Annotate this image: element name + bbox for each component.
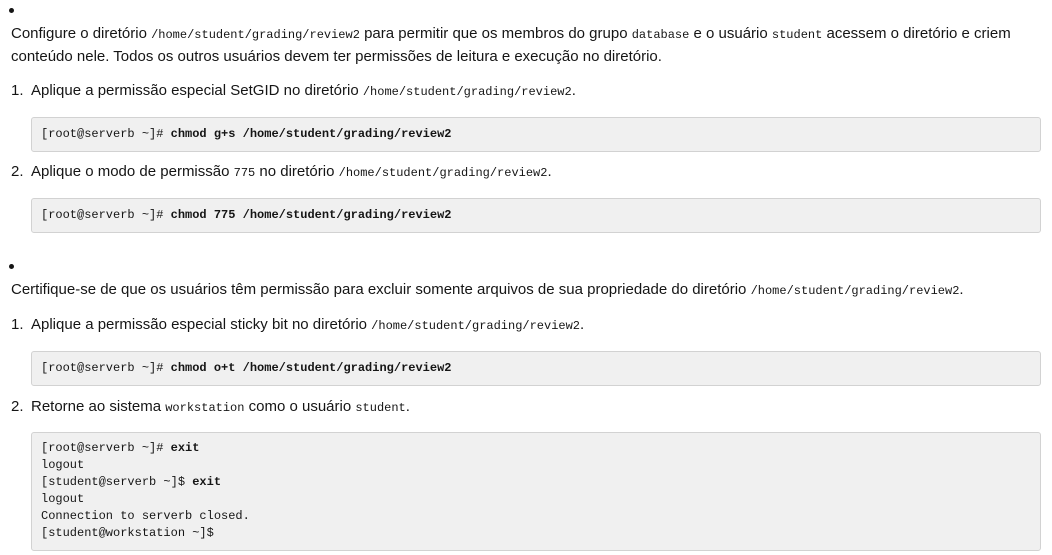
code-line: logout: [41, 457, 1031, 474]
code-line: logout: [41, 491, 1031, 508]
inline-code-host: workstation: [165, 401, 245, 415]
code-block: [root@serverb ~]# chmod 775 /home/studen…: [31, 198, 1041, 233]
intro-text: Certifique-se de que os usuários têm per…: [11, 281, 751, 298]
step-text: Retorne ao sistema: [31, 398, 166, 415]
shell-output: logout: [41, 458, 85, 472]
shell-output: logout: [41, 492, 85, 506]
code-block: [root@serverb ~]# chmod g+s /home/studen…: [31, 117, 1041, 152]
shell-prompt: [root@serverb ~]#: [41, 127, 171, 141]
inline-code-path: /home/student/grading/review2: [151, 28, 360, 42]
step-text: .: [580, 316, 585, 333]
bullet-2: [9, 264, 14, 269]
code-line: [student@workstation ~]$: [41, 525, 1031, 542]
document-page: Configure o diretório /home/student/grad…: [0, 0, 1052, 555]
shell-command: chmod o+t /home/student/grading/review2: [170, 361, 452, 375]
step-1-setgid: 1. Aplique a permissão especial SetGID no…: [11, 81, 576, 102]
step-number: 1.: [11, 316, 24, 333]
shell-prompt: [root@serverb ~]#: [41, 361, 171, 375]
step-text: Aplique a permissão especial sticky bit …: [31, 316, 372, 333]
step-text: .: [571, 82, 576, 99]
step-text: .: [547, 163, 552, 180]
shell-output: Connection to serverb closed.: [41, 509, 250, 523]
shell-command: exit: [192, 475, 222, 489]
step-2-mode: 2. Aplique o modo de permissão 775 no dir…: [11, 162, 552, 183]
step-text: no diretório: [255, 163, 339, 180]
step-1-sticky: 1. Aplique a permissão especial sticky bi…: [11, 315, 584, 336]
section2-intro: Certifique-se de que os usuários têm per…: [11, 279, 1044, 302]
code-line: [root@serverb ~]# chmod 775 /home/studen…: [41, 207, 1031, 224]
shell-command: chmod g+s /home/student/grading/review2: [170, 127, 452, 141]
inline-code-mode: 775: [233, 166, 256, 180]
inline-code-path: /home/student/grading/review2: [371, 319, 581, 333]
code-line: Connection to serverb closed.: [41, 508, 1031, 525]
step-text: como o usuário: [244, 398, 356, 415]
intro-text: Configure o diretório: [11, 25, 152, 42]
step-text: .: [405, 398, 410, 415]
shell-command: chmod 775 /home/student/grading/review2: [170, 208, 452, 222]
inline-code-path: /home/student/grading/review2: [338, 166, 548, 180]
code-block: [root@serverb ~]# chmod o+t /home/studen…: [31, 351, 1041, 386]
code-line: [root@serverb ~]# chmod g+s /home/studen…: [41, 126, 1031, 143]
shell-prompt: [student@serverb ~]$: [41, 475, 193, 489]
step-number: 2.: [11, 163, 24, 180]
inline-code-path: /home/student/grading/review2: [750, 284, 960, 298]
inline-code-path: /home/student/grading/review2: [362, 85, 572, 99]
shell-prompt: [student@workstation ~]$: [41, 526, 214, 540]
code-line: [student@serverb ~]$ exit: [41, 474, 1031, 491]
step-2-return: 2. Retorne ao sistema workstation como o …: [11, 397, 410, 418]
step-text: Aplique o modo de permissão: [31, 163, 234, 180]
bullet-1: [9, 8, 14, 13]
code-block-terminal: [root@serverb ~]# exit logout [student@s…: [31, 432, 1041, 551]
code-line: [root@serverb ~]# chmod o+t /home/studen…: [41, 360, 1031, 377]
shell-prompt: [root@serverb ~]#: [41, 441, 171, 455]
intro-text: e o usuário: [689, 25, 772, 42]
inline-code-user: student: [771, 28, 823, 42]
inline-code-group: database: [631, 28, 690, 42]
code-line: [root@serverb ~]# exit: [41, 440, 1031, 457]
section1-intro: Configure o diretório /home/student/grad…: [11, 23, 1044, 67]
step-text: Aplique a permissão especial SetGID no d…: [31, 82, 363, 99]
shell-prompt: [root@serverb ~]#: [41, 208, 171, 222]
intro-text: .: [959, 281, 964, 298]
intro-text: para permitir que os membros do grupo: [359, 25, 632, 42]
step-number: 1.: [11, 82, 24, 99]
shell-command: exit: [170, 441, 200, 455]
step-number: 2.: [11, 398, 24, 415]
inline-code-user: student: [355, 401, 406, 415]
